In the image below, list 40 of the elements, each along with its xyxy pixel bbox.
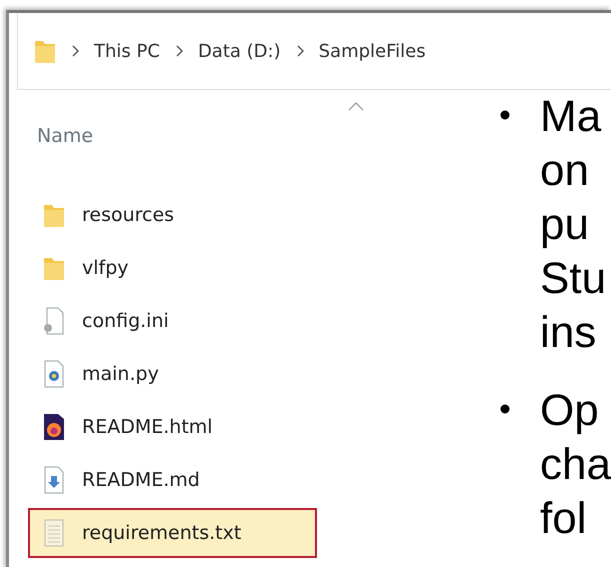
bullet-text: on [540, 145, 590, 197]
chevron-icon [174, 44, 184, 58]
chevron-icon [294, 44, 305, 58]
download-file-icon [42, 466, 66, 494]
file-name: README.md [82, 469, 200, 491]
python-file-icon [42, 360, 66, 388]
chevron-icon [70, 44, 80, 58]
bullet-text: fol [540, 493, 588, 545]
bullet-icon [500, 404, 510, 414]
file-row[interactable]: main.py [28, 349, 317, 399]
bullet-text: ins [540, 307, 598, 359]
text-file-icon [42, 519, 66, 547]
file-row[interactable]: config.ini [28, 296, 317, 346]
file-name: main.py [82, 363, 159, 385]
bullet-icon [500, 110, 510, 120]
bullet-text: Ma [540, 91, 602, 143]
bullet-text: pu [540, 199, 590, 251]
file-row[interactable]: vlfpy [28, 243, 317, 293]
file-name: README.html [82, 416, 213, 438]
name-column-header[interactable]: Name [37, 125, 94, 147]
file-row[interactable]: README.md [28, 455, 317, 505]
folder-icon [42, 255, 66, 281]
bullet-text: Op [540, 385, 600, 437]
file-row[interactable]: README.html [28, 402, 317, 452]
breadcrumb-item[interactable]: SampleFiles [318, 40, 426, 62]
file-name: config.ini [82, 310, 169, 332]
breadcrumb-item[interactable]: This PC [94, 40, 160, 62]
bullet-text: cha [540, 439, 611, 491]
address-bar[interactable]: This PC Data (D:) SampleFiles [17, 13, 611, 90]
browser-file-icon [42, 413, 66, 441]
bullet-text: Stu [540, 253, 606, 305]
file-name: resources [82, 204, 174, 226]
folder-icon [34, 38, 56, 64]
file-row[interactable]: requirements.txt [28, 508, 317, 558]
file-name: vlfpy [82, 257, 129, 279]
folder-icon [42, 202, 66, 228]
settings-file-icon [42, 307, 66, 335]
file-row[interactable]: resources [28, 190, 317, 240]
breadcrumb-item[interactable]: Data (D:) [198, 40, 281, 62]
file-name: requirements.txt [82, 522, 242, 544]
